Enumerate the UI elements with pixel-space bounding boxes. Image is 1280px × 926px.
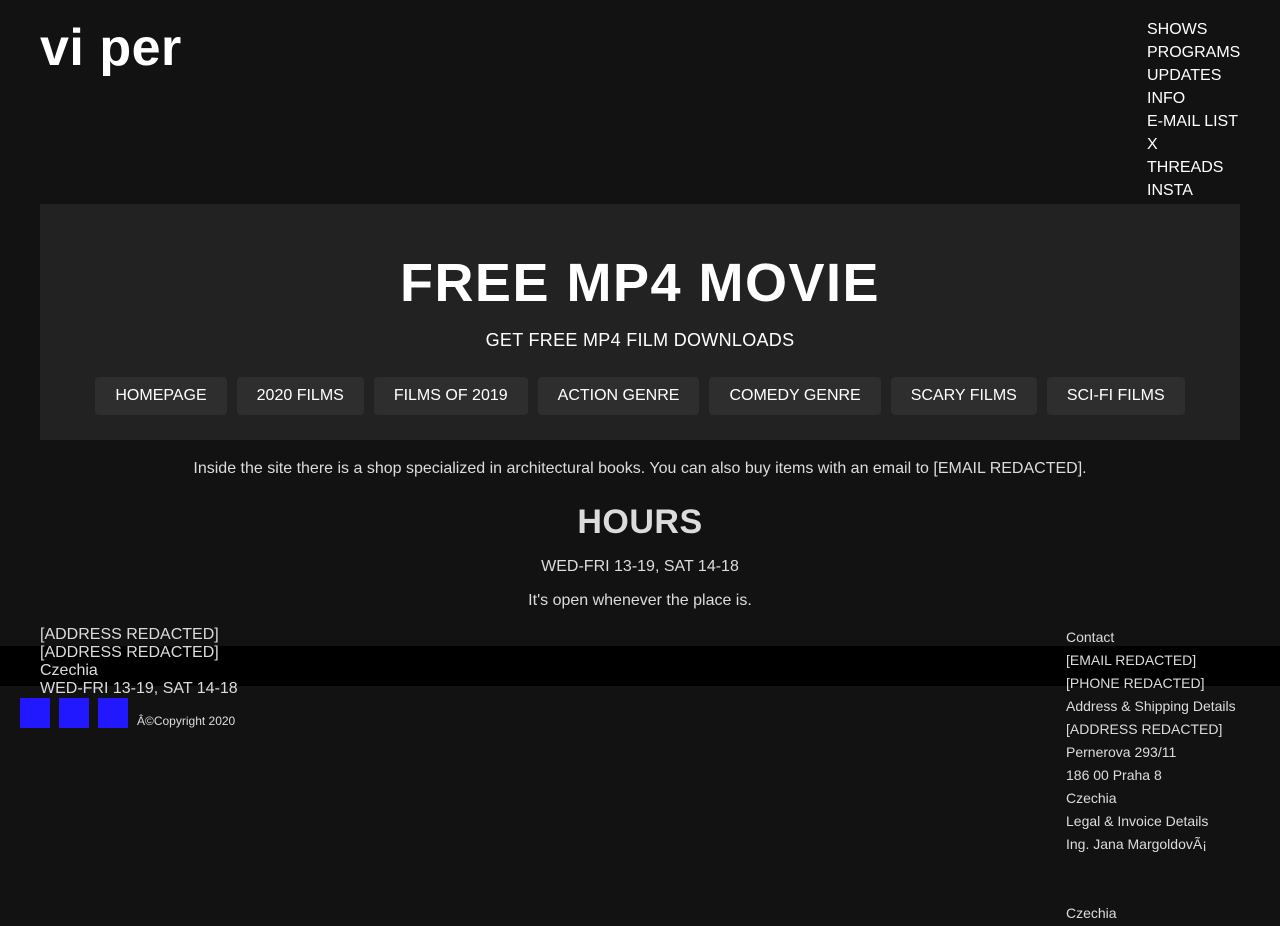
top-navigation: SHOWS PROGRAMS UPDATES INFO E-MAIL LIST … [1147,18,1240,202]
legal-heading: Legal & Invoice Details [1066,813,1209,829]
shipping-city: 186 00 Praha 8 [1066,767,1162,783]
nav-programs[interactable]: PROGRAMS [1147,41,1240,64]
homepage-button[interactable]: HOMEPAGE [95,377,227,415]
comedy-genre-button[interactable]: COMEDY GENRE [709,377,881,415]
address-line: [ADDRESS REDACTED] [40,644,219,661]
sci-fi-films-button[interactable]: SCI-FI FILMS [1046,377,1185,415]
social-icon-3[interactable] [98,698,128,728]
contact-spacer [1066,856,1236,902]
hero-title: FREE MP4 MOVIE [399,253,881,313]
nav-threads[interactable]: THREADS [1147,156,1240,179]
contact-email[interactable]: [EMAIL REDACTED] [1066,649,1236,672]
nav-email-list[interactable]: E-MAIL LIST [1147,110,1240,133]
hours-note: It's open whenever the place is. [528,592,752,609]
films-2019-button[interactable]: FILMS OF 2019 [373,377,528,415]
hero-subtitle: GET FREE MP4 FILM DOWNLOADS [485,330,795,350]
social-links: Â©Copyright 2020 [20,698,235,728]
social-icon-1[interactable] [20,698,50,728]
shipping-street: Pernerova 293/11 [1066,744,1177,760]
footer-contact: Contact [EMAIL REDACTED] [PHONE REDACTED… [1066,626,1236,925]
address-line: [ADDRESS REDACTED] [40,626,219,643]
nav-info[interactable]: INFO [1147,87,1240,110]
contact-heading: Contact [1066,629,1115,645]
nav-shows[interactable]: SHOWS [1147,18,1240,41]
shipping-country: Czechia [1066,790,1117,806]
scary-films-button[interactable]: SCARY FILMS [890,377,1037,415]
address-country: Czechia [40,662,98,679]
social-icon-2[interactable] [59,698,89,728]
legal-name: Ing. Jana MargoldovÃ¡ [1066,836,1207,852]
site-logo[interactable]: vi per [40,18,182,78]
nav-insta[interactable]: INSTA [1147,179,1240,202]
hours-heading: HOURS [577,503,703,541]
hero-menu: HOMEPAGE 2020 FILMS FILMS OF 2019 ACTION… [40,377,1240,415]
nav-x[interactable]: X [1147,133,1240,156]
nav-updates[interactable]: UPDATES [1147,64,1240,87]
contact-phone[interactable]: [PHONE REDACTED] [1066,672,1236,695]
shipping-heading: Address & Shipping Details [1066,698,1236,714]
address-hours: WED-FRI 13-19, SAT 14-18 [40,680,238,697]
films-2020-button[interactable]: 2020 FILMS [236,377,364,415]
hours-time: WED-FRI 13-19, SAT 14-18 [541,558,739,575]
copyright-text: Â©Copyright 2020 [137,714,236,728]
shipping-address: [ADDRESS REDACTED] [1066,721,1223,737]
hero-banner: FREE MP4 MOVIE GET FREE MP4 FILM DOWNLOA… [40,204,1240,440]
intro-text: Inside the site there is a shop speciali… [193,460,1087,477]
footer-address: [ADDRESS REDACTED] [ADDRESS REDACTED] Cz… [40,626,238,698]
action-genre-button[interactable]: ACTION GENRE [537,377,700,415]
legal-country: Czechia [1066,905,1117,921]
